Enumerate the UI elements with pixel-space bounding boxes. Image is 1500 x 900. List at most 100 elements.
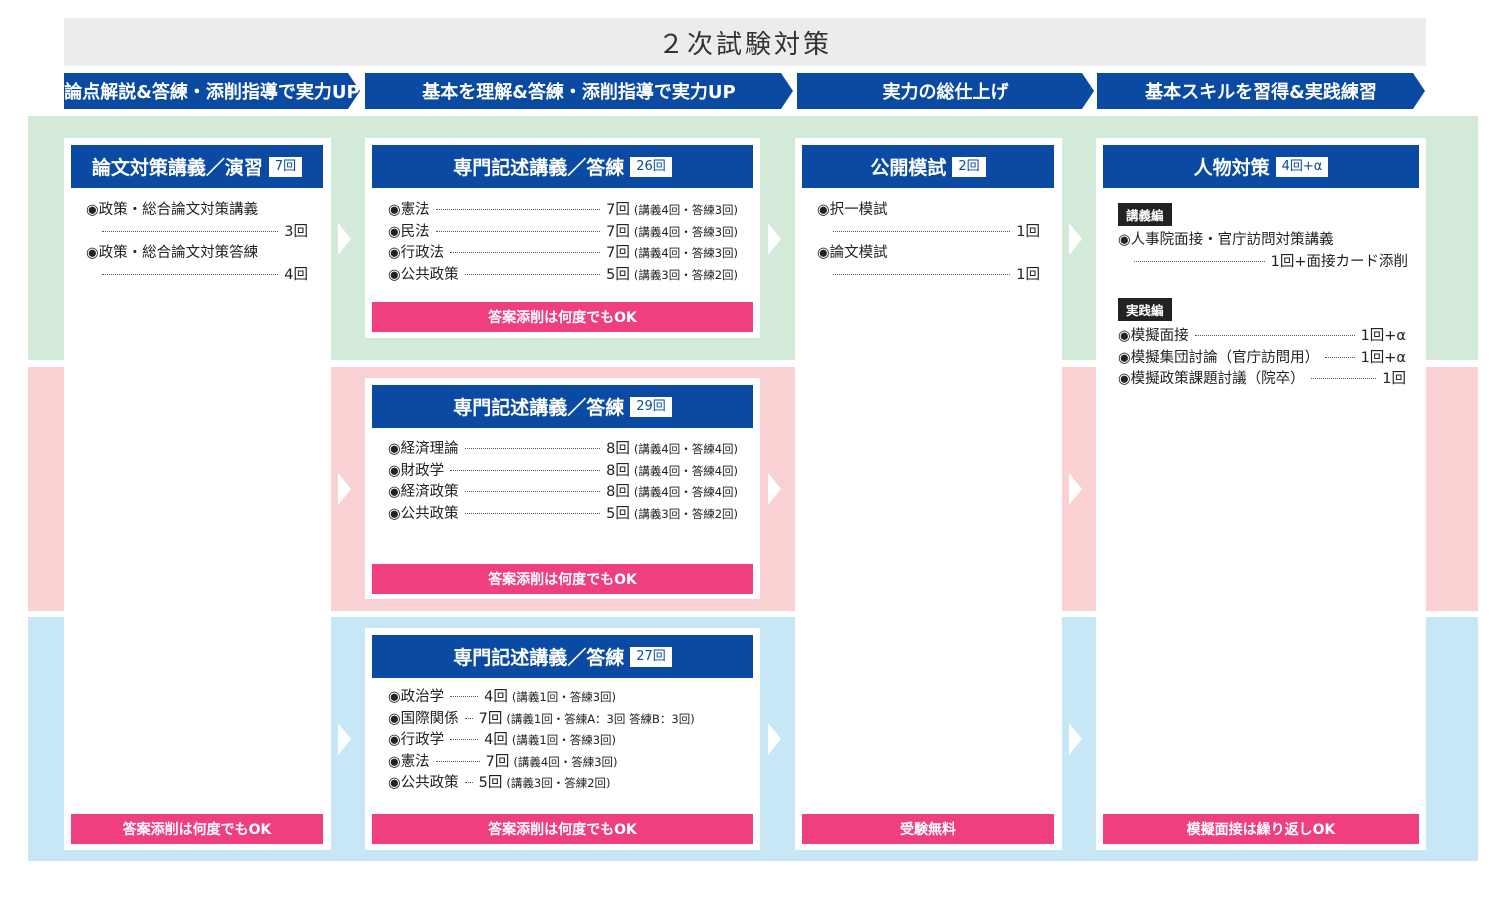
item-name: ◉論文模試: [817, 245, 888, 261]
moshi-header: 公開模試 2回: [802, 145, 1054, 188]
senmon-pink-banner: 答案添削は何度でもOK: [372, 564, 753, 594]
senmon-pink-header: 専門記述講義／答練 29回: [372, 385, 753, 428]
ronbun-count: 7回: [268, 156, 303, 177]
list-item: ◉模擬集団討論（官庁訪問用） 1回+α: [1118, 348, 1406, 370]
ronbun-header: 論文対策講義／演習 7回: [71, 145, 323, 188]
jinbutsu-practice-list: ◉模擬面接 1回+α ◉模擬集団討論（官庁訪問用） 1回+α ◉模擬政策課題討議（院…: [1118, 326, 1406, 391]
item-value: 7回: [606, 223, 630, 240]
item-value: 8回: [606, 462, 630, 479]
item-name: ◉公共政策: [388, 775, 459, 791]
item-name: ◉行政学: [388, 732, 445, 748]
item-note: (講義1回・答練3回): [511, 733, 616, 747]
item-note: (講義4回・答練3回): [633, 246, 738, 260]
jinbutsu-banner: 模擬面接は繰り返しOK: [1103, 814, 1419, 844]
page-title: ２次試験対策: [64, 18, 1426, 66]
item-value: 7回: [485, 753, 510, 770]
item-name: ◉人事院面接・官庁訪問対策講義: [1118, 232, 1334, 248]
list-item: ◉模擬政策課題討議（院卒） 1回: [1118, 369, 1406, 391]
item-name: ◉政治学: [388, 689, 445, 705]
list-item: ◉民法 7回 (講義4回・答練3回): [388, 222, 738, 244]
item-name: ◉模擬面接: [1118, 328, 1189, 344]
arrow-right-icon: [338, 723, 351, 755]
phase-4-label: 基本スキルを習得&実践練習: [1145, 82, 1377, 103]
list-item: ◉国際関係 7回 (講義1回・答練A：3回 答練B：3回): [388, 709, 738, 731]
item-name: ◉財政学: [388, 462, 445, 479]
item-note: (講義1回・答練3回): [511, 690, 616, 704]
item-value: 4回: [484, 732, 508, 748]
item-value: 4回: [284, 266, 308, 283]
item-name: ◉憲法: [388, 753, 430, 770]
list-item: ◉行政法 7回 (講義4回・答練3回): [388, 243, 738, 265]
item-value: 7回: [606, 202, 630, 218]
practice-tag-label: 実践編: [1118, 298, 1172, 321]
list-item: ◉公共政策 5回 (講義3回・答練2回): [388, 773, 738, 795]
phase-1-label: 論点解説&答練・添削指導で実力UP: [64, 82, 360, 103]
item-name: ◉憲法: [388, 202, 430, 218]
item-name: ◉公共政策: [388, 505, 459, 522]
list-item: ◉憲法 7回 (講義4回・答練3回): [388, 752, 738, 774]
senmon-green-header: 専門記述講義／答練 26回: [372, 145, 753, 188]
phase-1-arrow: 論点解説&答練・添削指導で実力UP: [64, 73, 360, 109]
senmon-pink-list: ◉経済理論 8回 (講義4回・答練4回) ◉財政学 8回 (講義4回・答練4回) ◉経済…: [388, 439, 738, 525]
phase-3-arrow: 実力の総仕上げ: [797, 73, 1094, 109]
arrow-right-icon: [768, 223, 781, 255]
senmon-blue-banner: 答案添削は何度でもOK: [372, 814, 753, 844]
list-item: ◉論文模試 1回: [817, 243, 1040, 286]
item-name: ◉政策・総合論文対策講義: [86, 202, 259, 218]
list-item: ◉政策・総合論文対策答練 4回: [86, 243, 308, 286]
jinbutsu-lecture-list: ◉人事院面接・官庁訪問対策講義 1回+面接カード添削: [1118, 230, 1408, 273]
item-value: 1回+面接カード添削: [1270, 253, 1408, 270]
item-name: ◉経済理論: [388, 441, 459, 457]
arrow-right-icon: [338, 223, 351, 255]
item-value: 1回: [1016, 223, 1040, 240]
phase-4-arrow: 基本スキルを習得&実践練習: [1097, 73, 1425, 109]
moshi-title: 公開模試: [870, 157, 947, 179]
item-note: (講義3回・答練2回): [633, 267, 738, 282]
item-note: (講義4回・答練3回): [513, 754, 618, 769]
list-item: ◉政策・総合論文対策講義 3回: [86, 200, 308, 243]
item-name: ◉政策・総合論文対策答練: [86, 245, 259, 261]
list-item: ◉経済理論 8回 (講義4回・答練4回): [388, 439, 738, 461]
item-note: (講義3回・答練2回): [506, 776, 611, 790]
senmon-blue-header: 専門記述講義／答練 27回: [372, 635, 753, 678]
ronbun-title: 論文対策講義／演習: [91, 157, 263, 179]
list-item: ◉公共政策 5回 (講義3回・答練2回): [388, 265, 738, 287]
item-value: 1回: [1382, 371, 1406, 387]
phase-2-arrow: 基本を理解&答練・添削指導で実力UP: [365, 73, 793, 109]
senmon-blue-count: 27回: [630, 646, 672, 667]
item-value: 1回+α: [1360, 328, 1406, 344]
item-value: 1回: [1016, 266, 1040, 283]
list-item: ◉択一模試 1回: [817, 200, 1040, 243]
item-note: (講義3回・答練2回): [633, 506, 738, 521]
list-item: ◉公共政策 5回 (講義3回・答練2回): [388, 504, 738, 526]
item-value: 5回: [606, 505, 630, 522]
lecture-tag: 講義編: [1118, 203, 1172, 226]
item-value: 5回: [478, 775, 503, 791]
phase-3-label: 実力の総仕上げ: [882, 82, 1009, 103]
moshi-list: ◉択一模試 1回 ◉論文模試 1回: [817, 200, 1040, 286]
senmon-green-count: 26回: [630, 156, 672, 177]
item-name: ◉模擬政策課題討議（院卒）: [1118, 371, 1305, 387]
item-name: ◉民法: [388, 223, 430, 240]
item-value: 8回: [606, 484, 630, 500]
list-item: ◉政治学 4回 (講義1回・答練3回): [388, 687, 738, 709]
senmon-green-list: ◉憲法 7回 (講義4回・答練3回) ◉民法 7回 (講義4回・答練3回) ◉行政法 7回…: [388, 200, 738, 286]
item-name: ◉公共政策: [388, 266, 459, 283]
item-note: (講義4回・答練3回): [633, 224, 738, 239]
item-value: 4回: [484, 689, 508, 705]
senmon-blue-title: 専門記述講義／答練: [453, 647, 625, 669]
item-name: ◉択一模試: [817, 202, 888, 218]
item-value: 8回: [606, 441, 630, 457]
list-item: ◉財政学 8回 (講義4回・答練4回): [388, 461, 738, 483]
list-item: ◉経済政策 8回 (講義4回・答練4回): [388, 482, 738, 504]
item-name: ◉国際関係: [388, 710, 459, 727]
list-item: ◉模擬面接 1回+α: [1118, 326, 1406, 348]
item-value: 3回: [284, 223, 308, 240]
ronbun-list: ◉政策・総合論文対策講義 3回 ◉政策・総合論文対策答練 4回: [86, 200, 308, 286]
jinbutsu-title: 人物対策: [1193, 157, 1270, 179]
item-note: (講義4回・答練4回): [633, 442, 738, 456]
item-note: (講義4回・答練4回): [633, 485, 738, 499]
lecture-tag-label: 講義編: [1118, 203, 1172, 226]
practice-tag: 実践編: [1118, 298, 1172, 321]
senmon-green-title: 専門記述講義／答練: [453, 157, 625, 179]
